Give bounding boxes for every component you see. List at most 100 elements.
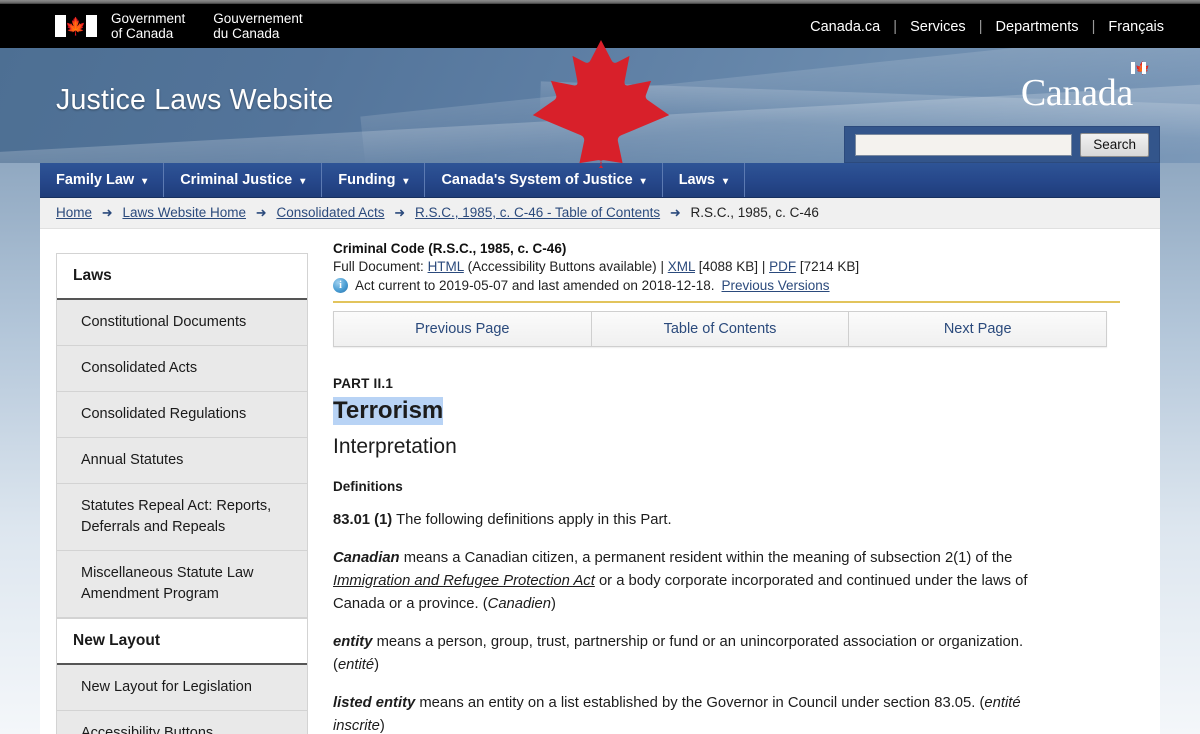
nav-link-services[interactable]: Services [910, 19, 966, 35]
sidebar-item-annual-statutes[interactable]: Annual Statutes [57, 438, 307, 484]
breadcrumb-item-consolidated-acts[interactable]: Consolidated Acts [276, 205, 384, 220]
chevron-down-icon: ▾ [640, 175, 646, 187]
sidebar-item-miscellaneous-statute-law[interactable]: Miscellaneous Statute Law Amendment Prog… [57, 551, 307, 618]
menu-item-family-law[interactable]: Family Law ▾ [40, 163, 165, 197]
html-link[interactable]: HTML [428, 259, 464, 274]
sidebar-item-consolidated-acts[interactable]: Consolidated Acts [57, 346, 307, 392]
breadcrumb-item-table-of-contents[interactable]: R.S.C., 1985, c. C-46 - Table of Content… [415, 205, 660, 220]
menu-item-label: Criminal Justice [180, 172, 293, 188]
sidebar-item-consolidated-regulations[interactable]: Consolidated Regulations [57, 392, 307, 438]
definition-french-term: Canadien [487, 596, 551, 612]
canada-wordmark-flag-icon: 🍁 [1131, 62, 1150, 74]
nav-separator: | [1091, 19, 1096, 35]
search-area: Search [844, 126, 1160, 163]
breadcrumb-item-laws-website-home[interactable]: Laws Website Home [122, 205, 246, 220]
xml-size: [4088 KB] [698, 259, 759, 274]
table-of-contents-button[interactable]: Table of Contents [592, 312, 850, 346]
document-formats: Full Document: HTML (Accessibility Butto… [333, 259, 1120, 274]
canada-wordmark: Canada🍁 [1020, 62, 1150, 114]
nav-link-francais[interactable]: Français [1108, 19, 1164, 35]
sidebar-item-statutes-repeal-act[interactable]: Statutes Repeal Act: Reports, Deferrals … [57, 484, 307, 551]
pdf-link[interactable]: PDF [769, 259, 796, 274]
government-wordmark: 🍁 Government of Canada Gouvernement du C… [55, 11, 331, 41]
nav-link-departments[interactable]: Departments [996, 19, 1079, 35]
definition-text-before: means an entity on a list established by… [415, 695, 985, 711]
menu-item-label: Family Law [56, 172, 135, 188]
sidebar-item-accessibility-buttons[interactable]: Accessibility Buttons [57, 711, 307, 734]
menu-item-criminal-justice[interactable]: Criminal Justice ▾ [164, 163, 323, 197]
gold-divider [333, 301, 1120, 303]
page-panel: Family Law ▾ Criminal Justice ▾ Funding … [40, 163, 1160, 734]
format-separator: | [761, 259, 766, 274]
government-label-en-line2: of Canada [111, 26, 174, 41]
definition-term: Canadian [333, 550, 400, 566]
breadcrumb-arrow-icon: ➜ [394, 205, 406, 220]
menu-item-label: Funding [338, 172, 396, 188]
definition-term: listed entity [333, 695, 416, 711]
search-input[interactable] [855, 133, 1073, 156]
section-number: 83.01 (1) [333, 512, 393, 528]
government-label-fr-line2: du Canada [213, 26, 280, 41]
definition-close-paren: ) [374, 657, 380, 673]
intro-paragraph: 83.01 (1) The following definitions appl… [333, 509, 1073, 532]
global-nav: Canada.ca | Services | Departments | Fra… [810, 19, 1164, 35]
government-label-fr-line1: Gouvernement [213, 11, 303, 26]
definition-french-term: entité [337, 657, 375, 673]
page-navigation: Previous Page Table of Contents Next Pag… [333, 311, 1107, 347]
pdf-size: [7214 KB] [799, 259, 860, 274]
canada-wordmark-text: Canada [1020, 72, 1133, 114]
definitions-label: Definitions [333, 479, 403, 494]
previous-versions-link[interactable]: Previous Versions [722, 278, 830, 293]
intro-text: The following definitions apply in this … [396, 512, 672, 528]
chevron-down-icon: ▾ [403, 175, 409, 187]
chevron-down-icon: ▾ [300, 175, 306, 187]
definition-close-paren: ) [551, 596, 556, 612]
menu-item-funding[interactable]: Funding ▾ [322, 163, 426, 197]
definition-close-paren: ) [379, 718, 385, 734]
main-navigation: Family Law ▾ Criminal Justice ▾ Funding … [40, 163, 1160, 198]
sidebar-block-new-layout: New Layout New Layout for Legislation Ac… [56, 618, 308, 734]
immigration-and-refugee-protection-act-link[interactable]: Immigration and Refugee Protection Act [333, 573, 595, 589]
maple-leaf-icon [532, 40, 670, 168]
previous-page-button[interactable]: Previous Page [334, 312, 592, 346]
format-separator: | [660, 259, 664, 274]
page-title: Justice Laws Website [56, 84, 334, 116]
definition-canadian: Canadian means a Canadian citizen, a per… [333, 547, 1073, 616]
section-title: Interpretation [333, 435, 457, 458]
sidebar-item-constitutional-documents[interactable]: Constitutional Documents [57, 300, 307, 346]
next-page-button[interactable]: Next Page [849, 312, 1106, 346]
search-button[interactable]: Search [1080, 132, 1149, 157]
document-currency: i Act current to 2019-05-07 and last ame… [333, 278, 1120, 293]
breadcrumb-arrow-icon: ➜ [255, 205, 267, 220]
part-label: PART II.1 [333, 376, 394, 391]
sidebar-heading-laws: Laws [57, 254, 307, 300]
breadcrumb: Home ➜ Laws Website Home ➜ Consolidated … [40, 198, 1160, 229]
menu-item-canadas-system-of-justice[interactable]: Canada's System of Justice ▾ [425, 163, 663, 197]
menu-item-laws[interactable]: Laws ▾ [663, 163, 745, 197]
chevron-down-icon: ▾ [142, 175, 148, 187]
sidebar-block-laws: Laws Constitutional Documents Consolidat… [56, 253, 308, 618]
info-icon: i [333, 278, 348, 293]
sidebar: Laws Constitutional Documents Consolidat… [40, 229, 308, 734]
xml-link[interactable]: XML [668, 259, 695, 274]
page-body: Laws Constitutional Documents Consolidat… [40, 229, 1160, 734]
full-document-label: Full Document: [333, 259, 424, 274]
breadcrumb-item-home[interactable]: Home [56, 205, 92, 220]
nav-separator: | [978, 19, 983, 35]
definition-term: entity [333, 634, 373, 650]
breadcrumb-arrow-icon: ➜ [101, 205, 113, 220]
breadcrumb-item-current: R.S.C., 1985, c. C-46 [690, 205, 819, 220]
currency-text: Act current to 2019-05-07 and last amend… [355, 278, 715, 293]
definition-text-before: means a Canadian citizen, a permanent re… [399, 550, 1013, 566]
sidebar-heading-new-layout: New Layout [57, 619, 307, 665]
sidebar-item-new-layout-for-legislation[interactable]: New Layout for Legislation [57, 665, 307, 711]
menu-item-label: Canada's System of Justice [441, 172, 633, 188]
definition-text-before: means a person, group, trust, partnershi… [333, 634, 1024, 673]
nav-separator: | [893, 19, 898, 35]
menu-item-label: Laws [678, 172, 715, 188]
definition-listed-entity: listed entity means an entity on a list … [333, 692, 1073, 734]
nav-link-canada-ca[interactable]: Canada.ca [810, 19, 880, 35]
breadcrumb-arrow-icon: ➜ [669, 205, 681, 220]
canada-flag-icon: 🍁 [55, 15, 97, 37]
part-title: Terrorism [333, 397, 444, 425]
